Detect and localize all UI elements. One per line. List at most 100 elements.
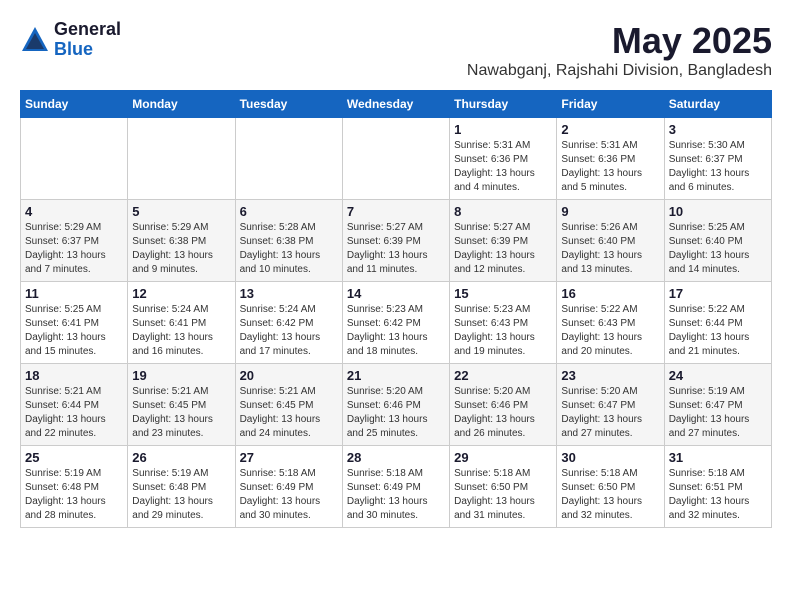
day-info: Sunrise: 5:22 AMSunset: 6:43 PMDaylight:… [561,303,659,359]
table-row: 3 Sunrise: 5:30 AMSunset: 6:37 PMDaylight… [664,118,771,200]
day-info: Sunrise: 5:29 AMSunset: 6:38 PMDaylight:… [132,221,230,277]
table-row: 5 Sunrise: 5:29 AMSunset: 6:38 PMDaylight… [128,200,235,282]
table-row: 11 Sunrise: 5:25 AMSunset: 6:41 PMDayligh… [21,282,128,364]
logo-icon [20,25,50,55]
day-info: Sunrise: 5:30 AMSunset: 6:37 PMDaylight:… [669,139,767,195]
day-number: 6 [240,204,338,219]
day-info: Sunrise: 5:18 AMSunset: 6:51 PMDaylight:… [669,467,767,523]
day-info: Sunrise: 5:25 AMSunset: 6:40 PMDaylight:… [669,221,767,277]
table-row [235,118,342,200]
calendar-body: 1Sunrise: 5:31 AMSunset: 6:36 PMDaylight… [21,118,772,528]
table-row: 16 Sunrise: 5:22 AMSunset: 6:43 PMDayligh… [557,282,664,364]
table-row: 22 Sunrise: 5:20 AMSunset: 6:46 PMDayligh… [450,364,557,446]
table-row: 31 Sunrise: 5:18 AMSunset: 6:51 PMDayligh… [664,446,771,528]
day-number: 19 [132,368,230,383]
day-info: Sunrise: 5:28 AMSunset: 6:38 PMDaylight:… [240,221,338,277]
day-number: 15 [454,286,552,301]
day-info: Sunrise: 5:26 AMSunset: 6:40 PMDaylight:… [561,221,659,277]
day-info: Sunrise: 5:18 AMSunset: 6:50 PMDaylight:… [454,467,552,523]
day-number: 25 [25,450,123,465]
table-row: 13Sunrise: 5:24 AMSunset: 6:42 PMDayligh… [235,282,342,364]
location-subtitle: Nawabganj, Rajshahi Division, Bangladesh [467,62,772,80]
day-info: Sunrise: 5:31 AMSunset: 6:36 PMDaylight:… [561,139,659,195]
day-number: 17 [669,286,767,301]
day-info: Sunrise: 5:19 AMSunset: 6:47 PMDaylight:… [669,385,767,441]
day-number: 12 [132,286,230,301]
calendar-week-row: 1Sunrise: 5:31 AMSunset: 6:36 PMDaylight… [21,118,772,200]
table-row: 30Sunrise: 5:18 AMSunset: 6:50 PMDayligh… [557,446,664,528]
table-row: 19 Sunrise: 5:21 AMSunset: 6:45 PMDayligh… [128,364,235,446]
header-tuesday: Tuesday [235,91,342,118]
table-row: 15Sunrise: 5:23 AMSunset: 6:43 PMDayligh… [450,282,557,364]
day-number: 16 [561,286,659,301]
day-info: Sunrise: 5:21 AMSunset: 6:45 PMDaylight:… [240,385,338,441]
day-number: 18 [25,368,123,383]
day-info: Sunrise: 5:23 AMSunset: 6:42 PMDaylight:… [347,303,445,359]
table-row: 28 Sunrise: 5:18 AMSunset: 6:49 PMDayligh… [342,446,449,528]
day-info: Sunrise: 5:27 AMSunset: 6:39 PMDaylight:… [347,221,445,277]
table-row: 1Sunrise: 5:31 AMSunset: 6:36 PMDaylight… [450,118,557,200]
table-row: 20 Sunrise: 5:21 AMSunset: 6:45 PMDayligh… [235,364,342,446]
day-number: 9 [561,204,659,219]
day-info: Sunrise: 5:20 AMSunset: 6:46 PMDaylight:… [454,385,552,441]
logo-blue: Blue [54,39,93,59]
header-thursday: Thursday [450,91,557,118]
calendar-table: Sunday Monday Tuesday Wednesday Thursday… [20,90,772,528]
calendar-header: Sunday Monday Tuesday Wednesday Thursday… [21,91,772,118]
calendar-week-row: 11 Sunrise: 5:25 AMSunset: 6:41 PMDayligh… [21,282,772,364]
day-number: 5 [132,204,230,219]
day-number: 8 [454,204,552,219]
table-row: 6 Sunrise: 5:28 AMSunset: 6:38 PMDaylight… [235,200,342,282]
table-row: 12Sunrise: 5:24 AMSunset: 6:41 PMDayligh… [128,282,235,364]
logo-text: General Blue [54,20,121,60]
day-number: 13 [240,286,338,301]
table-row: 10 Sunrise: 5:25 AMSunset: 6:40 PMDayligh… [664,200,771,282]
day-number: 7 [347,204,445,219]
table-row: 21Sunrise: 5:20 AMSunset: 6:46 PMDayligh… [342,364,449,446]
day-info: Sunrise: 5:21 AMSunset: 6:45 PMDaylight:… [132,385,230,441]
logo: General Blue [20,20,121,60]
day-number: 3 [669,122,767,137]
table-row [128,118,235,200]
day-info: Sunrise: 5:20 AMSunset: 6:47 PMDaylight:… [561,385,659,441]
day-info: Sunrise: 5:19 AMSunset: 6:48 PMDaylight:… [132,467,230,523]
day-info: Sunrise: 5:25 AMSunset: 6:41 PMDaylight:… [25,303,123,359]
day-info: Sunrise: 5:18 AMSunset: 6:49 PMDaylight:… [240,467,338,523]
day-number: 26 [132,450,230,465]
table-row: 29 Sunrise: 5:18 AMSunset: 6:50 PMDayligh… [450,446,557,528]
table-row [21,118,128,200]
page-header: General Blue May 2025 Nawabganj, Rajshah… [20,20,772,80]
logo-general: General [54,19,121,39]
table-row: 14 Sunrise: 5:23 AMSunset: 6:42 PMDayligh… [342,282,449,364]
day-info: Sunrise: 5:18 AMSunset: 6:49 PMDaylight:… [347,467,445,523]
table-row: 8 Sunrise: 5:27 AMSunset: 6:39 PMDaylight… [450,200,557,282]
table-row: 9 Sunrise: 5:26 AMSunset: 6:40 PMDaylight… [557,200,664,282]
calendar-week-row: 4Sunrise: 5:29 AMSunset: 6:37 PMDaylight… [21,200,772,282]
table-row: 26 Sunrise: 5:19 AMSunset: 6:48 PMDayligh… [128,446,235,528]
table-row: 17Sunrise: 5:22 AMSunset: 6:44 PMDayligh… [664,282,771,364]
day-number: 23 [561,368,659,383]
title-area: May 2025 Nawabganj, Rajshahi Division, B… [467,20,772,80]
table-row: 24Sunrise: 5:19 AMSunset: 6:47 PMDayligh… [664,364,771,446]
table-row: 25Sunrise: 5:19 AMSunset: 6:48 PMDayligh… [21,446,128,528]
day-number: 14 [347,286,445,301]
table-row: 18Sunrise: 5:21 AMSunset: 6:44 PMDayligh… [21,364,128,446]
calendar-week-row: 25 Sunrise: 5:19 AMSunset: 6:48 PMDayligh… [21,446,772,528]
day-number: 10 [669,204,767,219]
day-number: 11 [25,286,123,301]
day-number: 28 [347,450,445,465]
day-number: 29 [454,450,552,465]
day-number: 31 [669,450,767,465]
table-row: 2Sunrise: 5:31 AMSunset: 6:36 PMDaylight… [557,118,664,200]
header-wednesday: Wednesday [342,91,449,118]
calendar-week-row: 18Sunrise: 5:21 AMSunset: 6:44 PMDayligh… [21,364,772,446]
day-number: 4 [25,204,123,219]
day-info: Sunrise: 5:20 AMSunset: 6:46 PMDaylight:… [347,385,445,441]
day-number: 22 [454,368,552,383]
day-number: 20 [240,368,338,383]
day-info: Sunrise: 5:27 AMSunset: 6:39 PMDaylight:… [454,221,552,277]
table-row [342,118,449,200]
table-row: 4Sunrise: 5:29 AMSunset: 6:37 PMDaylight… [21,200,128,282]
table-row: 7 Sunrise: 5:27 AMSunset: 6:39 PMDaylight… [342,200,449,282]
table-row: 23 Sunrise: 5:20 AMSunset: 6:47 PMDayligh… [557,364,664,446]
